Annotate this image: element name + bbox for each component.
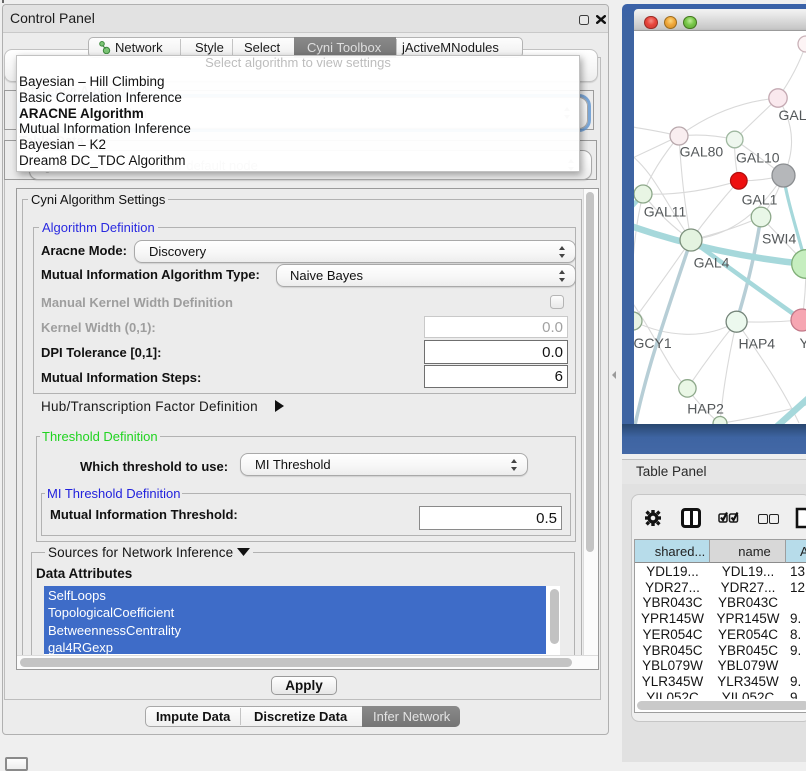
svg-text:GAL11: GAL11 (644, 204, 687, 220)
svg-text:SWI4: SWI4 (762, 231, 796, 247)
svg-text:YM: YM (800, 335, 806, 351)
svg-text:GCY1: GCY1 (634, 335, 672, 351)
svg-text:GAL10: GAL10 (736, 150, 780, 166)
svg-text:GAL80: GAL80 (680, 144, 724, 160)
svg-text:HAP4: HAP4 (739, 336, 776, 352)
svg-text:GAL7: GAL7 (779, 107, 806, 123)
svg-text:GAL1: GAL1 (742, 192, 778, 208)
svg-text:GAL4: GAL4 (694, 255, 730, 271)
svg-text:HAP2: HAP2 (687, 401, 724, 417)
